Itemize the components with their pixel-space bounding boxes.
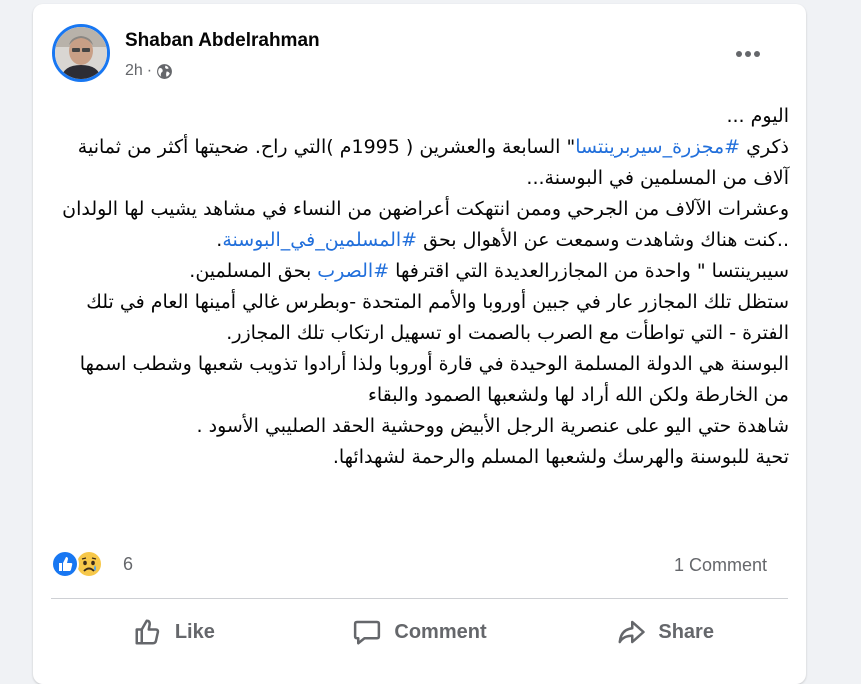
post-paragraph: تحية للبوسنة والهرسك ولشعبها المسلم والر… (53, 442, 789, 473)
post-paragraph: سيبرينتسا " واحدة من المجازرالعديدة التي… (53, 256, 789, 287)
comment-button[interactable]: Comment (297, 606, 543, 658)
post-text-segment: شاهدة حتي اليو على عنصرية الرجل الأبيض و… (196, 415, 789, 437)
comment-label: Comment (394, 620, 487, 643)
reaction-icons (51, 550, 111, 578)
author-avatar[interactable] (52, 24, 110, 82)
like-button[interactable]: Like (51, 606, 297, 658)
post-card: Shaban Abdelrahman 2h · اليوم ... ذكري #م… (33, 4, 806, 684)
post-body: اليوم ... ذكري #مجزرة_سيربرينتسا" السابعة… (53, 101, 789, 473)
post-text-segment: وعشرات الآلاف من الجرحي وممن انتهكت أعرا… (62, 198, 789, 251)
more-options-icon (736, 51, 760, 57)
reactions-count[interactable]: 6 (123, 554, 133, 575)
post-text-segment: اليوم ... (726, 105, 789, 127)
actions-divider (51, 598, 788, 599)
hashtag-link[interactable]: #مجزرة_سيربرينتسا (575, 136, 740, 158)
meta-separator: · (146, 62, 153, 79)
sad-reaction-icon (75, 550, 103, 578)
more-options-button[interactable] (728, 34, 768, 74)
post-text-segment: سيبرينتسا " واحدة من المجازرالعديدة التي… (389, 260, 789, 282)
post-paragraph: اليوم ... (53, 101, 789, 132)
post-timestamp[interactable]: 2h (125, 62, 143, 80)
globe-icon[interactable] (156, 63, 173, 80)
like-reaction-icon (51, 550, 79, 578)
share-label: Share (658, 620, 714, 643)
post-meta: 2h · (125, 62, 173, 80)
post-text-segment: بحق المسلمين. (189, 260, 318, 282)
share-button[interactable]: Share (542, 606, 788, 658)
post-text-segment: ستظل تلك المجازر عار في جبين أوروبا والأ… (86, 291, 789, 344)
post-paragraph: شاهدة حتي اليو على عنصرية الرجل الأبيض و… (53, 411, 789, 442)
share-arrow-icon (618, 620, 646, 644)
post-text-segment: البوسنة هي الدولة المسلمة الوحيدة في قار… (79, 353, 789, 406)
post-paragraph: البوسنة هي الدولة المسلمة الوحيدة في قار… (53, 349, 789, 411)
reactions-summary[interactable]: 6 (51, 550, 133, 578)
post-paragraph: ستظل تلك المجازر عار في جبين أوروبا والأ… (53, 287, 789, 349)
post-paragraph: ذكري #مجزرة_سيربرينتسا" السابعة والعشرين… (53, 132, 789, 194)
author-name[interactable]: Shaban Abdelrahman (125, 30, 320, 52)
comment-bubble-icon (354, 620, 381, 645)
post-text-segment: ذكري (740, 136, 789, 158)
post-actions: Like Comment Share (51, 606, 788, 658)
hashtag-link[interactable]: #الصرب (317, 260, 389, 282)
post-text-segment: تحية للبوسنة والهرسك ولشعبها المسلم والر… (332, 446, 789, 468)
avatar-photo-icon (55, 27, 107, 79)
comments-count[interactable]: 1 Comment (674, 555, 767, 576)
post-paragraph: وعشرات الآلاف من الجرحي وممن انتهكت أعرا… (53, 194, 789, 256)
like-label: Like (174, 620, 215, 643)
thumbs-up-icon (135, 619, 159, 645)
hashtag-link[interactable]: #المسلمين_في_البوسنة (222, 229, 417, 251)
